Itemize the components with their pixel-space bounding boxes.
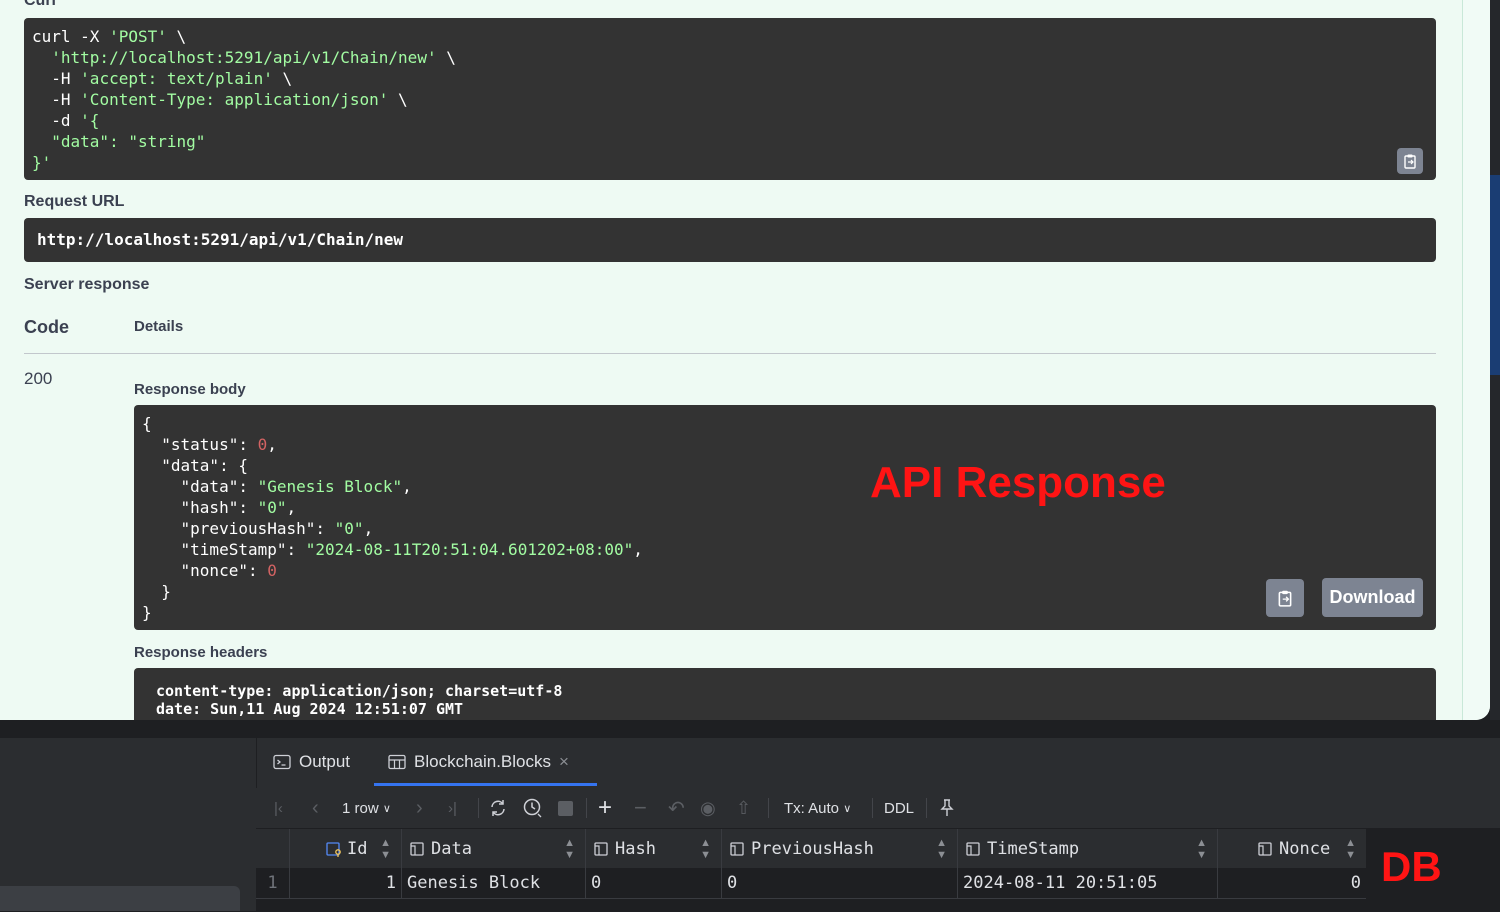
column-icon <box>410 842 424 856</box>
table-row[interactable]: 1 1 Genesis Block 0 0 2024-08-11 20:51:0… <box>256 868 1366 898</box>
curl-token: \ <box>272 69 293 88</box>
curl-label: Curl <box>24 0 56 9</box>
request-url-box: http://localhost:5291/api/v1/Chain/new <box>24 218 1436 262</box>
db-annotation: DB <box>1381 843 1442 890</box>
curl-string: 'http://localhost:5291/api/v1/Chain/new' <box>51 48 437 67</box>
cell-data[interactable]: Genesis Block <box>402 868 586 898</box>
curl-token: -H <box>32 69 81 88</box>
curl-token: -H <box>32 90 81 109</box>
response-headers-box: content-type: application/json; charset=… <box>134 668 1436 720</box>
column-icon <box>594 842 608 856</box>
delete-row-icon[interactable]: − <box>634 788 647 828</box>
row-number: 1 <box>256 868 290 898</box>
curl-string: }' <box>32 153 52 172</box>
curl-code-block: curl -X 'POST' \ 'http://localhost:5291/… <box>24 18 1436 180</box>
background-window-edge <box>1490 0 1500 720</box>
curl-token: -d <box>32 111 81 130</box>
left-panel-scrollbar[interactable] <box>0 886 240 911</box>
cell-id[interactable]: 1 <box>290 868 402 898</box>
result-grid-header: Id ▲ ▼ Data ▲ ▼ Hash ▲ ▼ PreviousHash ▲ ▼ TimeSt… <box>256 828 1366 869</box>
view-eye-icon[interactable]: ◉ <box>700 788 716 828</box>
column-icon <box>966 842 980 856</box>
ide-left-panel <box>0 738 257 911</box>
column-header-timestamp[interactable]: TimeStamp ▲ ▼ <box>958 829 1218 869</box>
curl-token: \ <box>436 48 456 67</box>
revert-icon[interactable]: ↶ <box>668 788 685 828</box>
response-body-label: Response body <box>134 381 246 398</box>
column-icon <box>730 842 744 856</box>
submit-up-icon[interactable]: ⇧ <box>736 788 751 828</box>
previous-page-icon[interactable]: ‹ <box>312 788 319 828</box>
copy-curl-button[interactable] <box>1397 148 1423 174</box>
curl-string: 'POST' <box>109 27 167 46</box>
details-column-header: Details <box>134 318 184 335</box>
status-code: 200 <box>24 369 53 388</box>
scrollbar-track[interactable] <box>1462 0 1490 720</box>
curl-token: curl -X <box>32 27 110 46</box>
data-editor-toolbar: |‹ ‹ 1 row ∨ › ›| + − ↶ ◉ ⇧ Tx: Auto ∨ D… <box>256 788 1500 828</box>
column-header-nonce[interactable]: Nonce ▲ ▼ <box>1218 829 1366 869</box>
response-body-box: { "status": 0, "data": { "data": "Genesi… <box>134 405 1436 630</box>
history-icon[interactable] <box>522 788 544 828</box>
curl-command-text: curl -X 'POST' \ 'http://localhost:5291/… <box>32 26 456 173</box>
curl-token <box>32 48 51 67</box>
swagger-response-panel: Curl curl -X 'POST' \ 'http://localhost:… <box>0 0 1490 720</box>
column-header-id[interactable]: Id ▲ ▼ <box>290 829 402 869</box>
tab-output[interactable]: Output <box>273 740 350 784</box>
tab-blockchain-blocks[interactable]: Blockchain.Blocks × <box>388 740 569 784</box>
api-response-annotation: API Response <box>870 458 1166 507</box>
cell-previoushash[interactable]: 0 <box>722 868 958 898</box>
cell-timestamp[interactable]: 2024-08-11 20:51:05 <box>958 868 1218 898</box>
server-response-label: Server response <box>24 276 150 293</box>
copy-response-button[interactable] <box>1266 579 1304 617</box>
clipboard-icon <box>1278 590 1292 607</box>
curl-token: \ <box>166 27 187 46</box>
terminal-icon <box>273 754 291 770</box>
grid-empty-area <box>256 898 1366 912</box>
last-page-icon[interactable]: ›| <box>448 788 457 828</box>
request-url-text: http://localhost:5291/api/v1/Chain/new <box>37 230 404 249</box>
clipboard-icon <box>1404 154 1416 169</box>
response-body-json: { "status": 0, "data": { "data": "Genesi… <box>142 414 643 622</box>
active-tab-indicator <box>374 783 597 786</box>
row-number-header <box>256 829 290 869</box>
cell-hash[interactable]: 0 <box>586 868 722 898</box>
cell-nonce[interactable]: 0 <box>1218 868 1366 898</box>
first-page-icon[interactable]: |‹ <box>274 788 283 828</box>
table-icon <box>388 754 406 770</box>
response-header-line: date: Sun,11 Aug 2024 12:51:07 GMT <box>156 700 464 718</box>
curl-token <box>32 132 51 151</box>
response-headers-label: Response headers <box>134 644 268 661</box>
stop-icon[interactable] <box>558 788 573 828</box>
response-header-line: content-type: application/json; charset=… <box>156 682 563 700</box>
tab-output-label: Output <box>299 752 351 771</box>
add-row-icon[interactable]: + <box>598 788 612 828</box>
ddl-button[interactable]: DDL <box>884 788 914 828</box>
table-divider <box>24 353 1436 354</box>
column-header-hash[interactable]: Hash ▲ ▼ <box>586 829 722 869</box>
close-tab-icon[interactable]: × <box>559 752 569 772</box>
curl-string: "data": "string" <box>51 132 206 151</box>
tab-blocks-label: Blockchain.Blocks <box>414 752 552 771</box>
row-count-dropdown[interactable]: 1 row ∨ <box>342 788 391 828</box>
download-button[interactable]: Download <box>1322 578 1423 617</box>
refresh-icon[interactable] <box>488 788 508 828</box>
primary-key-column-icon <box>326 842 341 857</box>
curl-string: 'accept: text/plain' <box>80 69 273 88</box>
column-icon <box>1258 842 1272 856</box>
curl-string: 'Content-Type: application/json' <box>80 90 389 109</box>
pin-icon[interactable] <box>940 788 954 828</box>
curl-token: \ <box>388 90 408 109</box>
column-header-data[interactable]: Data ▲ ▼ <box>402 829 586 869</box>
code-column-header: Code <box>24 317 69 337</box>
request-url-label: Request URL <box>24 193 125 210</box>
next-page-icon[interactable]: › <box>416 788 423 828</box>
transaction-mode-dropdown[interactable]: Tx: Auto ∨ <box>784 788 851 828</box>
curl-string: '{ <box>80 111 100 130</box>
column-header-previoushash[interactable]: PreviousHash ▲ ▼ <box>722 829 958 869</box>
